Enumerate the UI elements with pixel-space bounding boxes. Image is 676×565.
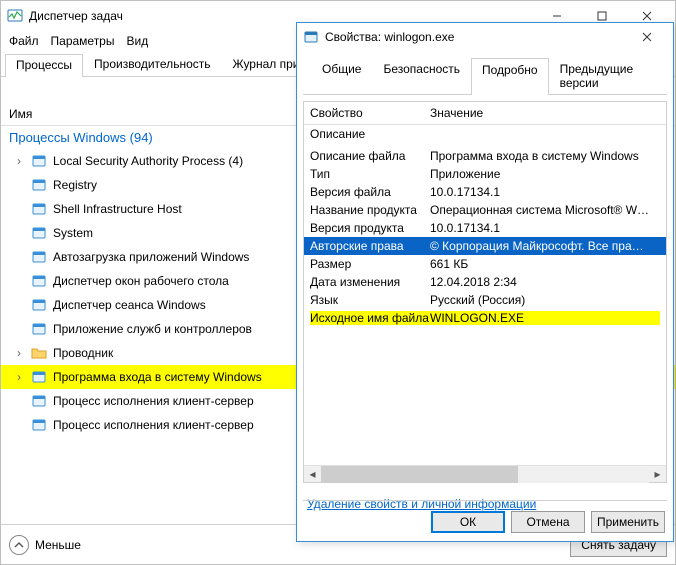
fewer-details-button[interactable]: Меньше — [9, 535, 81, 555]
app-icon — [31, 297, 47, 313]
app-icon — [31, 369, 47, 385]
col-value: Значение — [430, 106, 483, 120]
property-row[interactable]: ЯзыкРусский (Россия) — [304, 291, 666, 309]
property-row[interactable]: Авторские права© Корпорация Майкрософт. … — [304, 237, 666, 255]
properties-dialog: Свойства: winlogon.exe ОбщиеБезопасность… — [296, 22, 674, 542]
col-property: Свойство — [310, 106, 430, 120]
property-value: 10.0.17134.1 — [430, 221, 660, 235]
property-key: Язык — [310, 293, 430, 307]
props-title: Свойства: winlogon.exe — [325, 30, 627, 44]
property-row[interactable]: Размер661 КБ — [304, 255, 666, 273]
process-name: Диспетчер окон рабочего стола — [53, 274, 229, 288]
ok-button[interactable]: ОК — [431, 511, 505, 533]
process-name: Диспетчер сеанса Windows — [53, 298, 206, 312]
process-name: Программа входа в систему Windows — [53, 370, 262, 384]
chevron-up-icon — [9, 535, 29, 555]
expand-chevron-icon[interactable]: › — [13, 154, 25, 168]
scroll-left-icon[interactable]: ◂ — [304, 466, 321, 483]
process-name: Процесс исполнения клиент-сервер — [53, 418, 254, 432]
cancel-button[interactable]: Отмена — [511, 511, 585, 533]
tm-tab[interactable]: Производительность — [83, 53, 221, 76]
property-value: 10.0.17134.1 — [430, 185, 660, 199]
property-key: Тип — [310, 167, 430, 181]
scroll-right-icon[interactable]: ▸ — [649, 466, 666, 483]
task-manager-icon — [7, 8, 23, 24]
app-icon — [31, 225, 47, 241]
property-value: Операционная система Microsoft® W… — [430, 203, 660, 217]
property-key: Название продукта — [310, 203, 430, 217]
props-tab[interactable]: Предыдущие версии — [549, 57, 659, 94]
app-icon — [31, 153, 47, 169]
property-value: 12.04.2018 2:34 — [430, 275, 660, 289]
process-name: Приложение служб и контроллеров — [53, 322, 252, 336]
props-tab[interactable]: Общие — [311, 57, 372, 94]
property-row[interactable]: Дата изменения12.04.2018 2:34 — [304, 273, 666, 291]
expand-chevron-icon[interactable]: › — [13, 370, 25, 384]
property-row[interactable]: ТипПриложение — [304, 165, 666, 183]
expand-chevron-icon[interactable]: › — [13, 346, 25, 360]
props-details-panel: Свойство Значение Описание Описание файл… — [303, 101, 667, 483]
property-row[interactable]: Название продуктаОперационная система Mi… — [304, 201, 666, 219]
props-columns[interactable]: Свойство Значение — [304, 102, 666, 125]
process-name: Shell Infrastructure Host — [53, 202, 182, 216]
app-icon — [31, 273, 47, 289]
process-name: Local Security Authority Process (4) — [53, 154, 243, 168]
folder-icon — [31, 345, 47, 361]
property-value: Русский (Россия) — [430, 293, 660, 307]
property-value: Приложение — [430, 167, 660, 181]
property-value: 661 КБ — [430, 257, 660, 271]
app-icon — [31, 417, 47, 433]
property-row[interactable]: Версия продукта10.0.17134.1 — [304, 219, 666, 237]
property-key: Авторские права — [310, 239, 430, 253]
props-close-button[interactable] — [627, 23, 667, 51]
property-row[interactable]: Описание файлаПрограмма входа в систему … — [304, 147, 666, 165]
props-tab[interactable]: Безопасность — [372, 57, 471, 94]
property-key: Описание файла — [310, 149, 430, 163]
app-icon — [31, 249, 47, 265]
props-section-heading: Описание — [304, 125, 666, 145]
process-name: Проводник — [53, 346, 113, 360]
props-table: Описание Описание файлаПрограмма входа в… — [304, 125, 666, 465]
property-value: © Корпорация Майкрософт. Все пра… — [430, 239, 660, 253]
scroll-track[interactable] — [321, 466, 649, 483]
app-icon — [31, 321, 47, 337]
tm-title: Диспетчер задач — [29, 9, 534, 23]
process-name: System — [53, 226, 93, 240]
props-tab[interactable]: Подробно — [471, 58, 549, 95]
props-titlebar[interactable]: Свойства: winlogon.exe — [297, 23, 673, 51]
property-key: Дата изменения — [310, 275, 430, 289]
app-icon — [31, 393, 47, 409]
column-name: Имя — [9, 107, 32, 121]
property-key: Размер — [310, 257, 430, 271]
horizontal-scrollbar[interactable]: ◂ ▸ — [304, 465, 666, 482]
props-tabs: ОбщиеБезопасностьПодробноПредыдущие верс… — [303, 51, 667, 95]
process-name: Процесс исполнения клиент-сервер — [53, 394, 254, 408]
menu-options[interactable]: Параметры — [51, 34, 115, 48]
property-key: Исходное имя файла — [310, 311, 430, 325]
tm-tab[interactable]: Процессы — [5, 54, 83, 77]
property-key: Версия продукта — [310, 221, 430, 235]
process-name: Registry — [53, 178, 97, 192]
app-icon — [31, 201, 47, 217]
process-name: Автозагрузка приложений Windows — [53, 250, 249, 264]
property-row[interactable]: Версия файла10.0.17134.1 — [304, 183, 666, 201]
exe-file-icon — [303, 29, 319, 45]
menu-file[interactable]: Файл — [9, 34, 39, 48]
app-icon — [31, 177, 47, 193]
property-key: Версия файла — [310, 185, 430, 199]
menu-view[interactable]: Вид — [126, 34, 148, 48]
scroll-thumb[interactable] — [321, 466, 518, 483]
fewer-label: Меньше — [35, 538, 81, 552]
props-buttons: ОК Отмена Применить — [431, 511, 665, 533]
property-value: Программа входа в систему Windows — [430, 149, 660, 163]
property-value: WINLOGON.EXE — [430, 311, 660, 325]
apply-button[interactable]: Применить — [591, 511, 665, 533]
property-row[interactable]: Исходное имя файлаWINLOGON.EXE — [304, 309, 666, 327]
